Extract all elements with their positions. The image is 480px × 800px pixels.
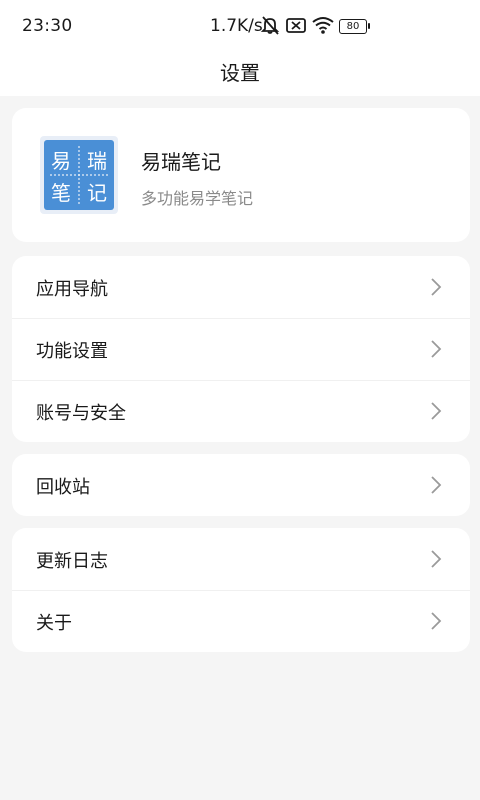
chevron-right-icon (431, 402, 442, 420)
app-profile-card[interactable]: 易 瑞 笔 记 易瑞笔记 多功能易学笔记 (12, 108, 470, 242)
battery-tip (368, 23, 370, 29)
chevron-right-icon (431, 476, 442, 494)
settings-group-1: 应用导航 功能设置 账号与安全 (12, 256, 470, 442)
row-recycle-bin[interactable]: 回收站 (12, 454, 470, 516)
row-app-navigation[interactable]: 应用导航 (12, 256, 470, 318)
page-title: 设置 (220, 61, 260, 85)
status-icons (259, 15, 334, 35)
chevron-right-icon (431, 612, 442, 630)
status-time: 23:30 (22, 16, 73, 36)
app-logo: 易 瑞 笔 记 (40, 136, 118, 214)
row-label: 应用导航 (36, 279, 108, 300)
chevron-right-icon (431, 550, 442, 568)
row-feature-settings[interactable]: 功能设置 (12, 318, 470, 380)
row-label: 关于 (36, 613, 72, 634)
battery-icon: 80 (339, 19, 367, 34)
bell-muted-icon (259, 15, 281, 35)
row-about[interactable]: 关于 (12, 590, 470, 652)
app-name: 易瑞笔记 (141, 150, 221, 174)
status-bar: 23:30 1.7K/s 80 (0, 0, 480, 52)
chevron-right-icon (431, 340, 442, 358)
logo-char: 瑞 (87, 149, 107, 173)
row-label: 回收站 (36, 477, 90, 498)
logo-char: 笔 (51, 181, 71, 205)
wifi-icon (311, 15, 334, 35)
row-label: 更新日志 (36, 551, 108, 572)
row-label: 功能设置 (36, 341, 108, 362)
chevron-right-icon (431, 278, 442, 296)
row-label: 账号与安全 (36, 403, 126, 424)
nav-bar: 设置 (0, 52, 480, 96)
settings-group-2: 回收站 (12, 454, 470, 516)
row-account-security[interactable]: 账号与安全 (12, 380, 470, 442)
settings-group-3: 更新日志 关于 (12, 528, 470, 652)
logo-char: 易 (51, 149, 71, 173)
sim-x-icon (285, 15, 307, 35)
row-changelog[interactable]: 更新日志 (12, 528, 470, 590)
net-speed: 1.7K/s (210, 16, 263, 36)
app-description: 多功能易学笔记 (141, 189, 254, 208)
logo-char: 记 (87, 181, 107, 205)
